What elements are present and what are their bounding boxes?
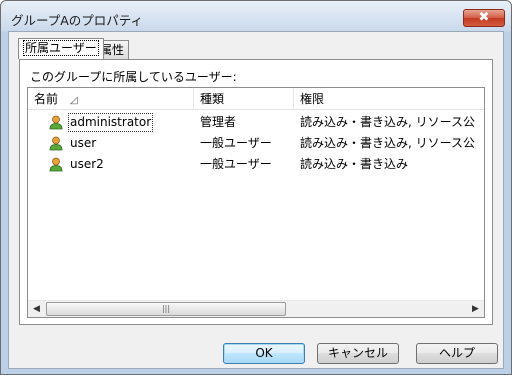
row-type: 管理者	[200, 115, 237, 129]
help-button[interactable]: ヘルプ	[416, 343, 498, 364]
ok-button[interactable]: OK	[223, 343, 305, 364]
column-header-type[interactable]: 種類	[194, 88, 294, 110]
window-title: グループAのプロパティ	[11, 13, 144, 28]
list-header: 名前 ◿ 種類 権限	[28, 88, 484, 110]
table-row[interactable]: administrator 管理者 読み込み・書き込み, リソース公	[28, 112, 484, 132]
row-type: 一般ユーザー	[200, 157, 272, 171]
table-row[interactable]: user2 一般ユーザー 読み込み・書き込み	[28, 154, 484, 174]
row-permission: 読み込み・書き込み	[300, 157, 409, 171]
horizontal-scrollbar[interactable]: ◀ ||| ▶	[28, 300, 484, 317]
row-type: 一般ユーザー	[200, 136, 272, 150]
column-header-name[interactable]: 名前 ◿	[28, 88, 194, 110]
scroll-left-icon[interactable]: ◀	[28, 301, 45, 317]
user-icon	[49, 115, 63, 130]
tab-members-label: 所属ユーザー	[23, 40, 99, 56]
column-header-permission-label: 権限	[300, 92, 325, 106]
title-bar[interactable]: グループAのプロパティ ✖	[1, 1, 511, 35]
cancel-button[interactable]: キャンセル	[317, 343, 399, 364]
close-button[interactable]: ✖	[463, 9, 505, 27]
properties-dialog: グループAのプロパティ ✖ 所属ユーザー 属性 このグループに所属しているユーザ…	[0, 0, 512, 375]
table-row[interactable]: user 一般ユーザー 読み込み・書き込み, リソース公	[28, 133, 484, 153]
row-permission: 読み込み・書き込み, リソース公	[300, 115, 476, 129]
tab-members[interactable]: 所属ユーザー	[18, 38, 104, 59]
row-name: user2	[70, 157, 104, 171]
column-header-permission[interactable]: 権限	[294, 88, 484, 110]
column-header-name-label: 名前	[34, 92, 59, 106]
dialog-client-area: 所属ユーザー 属性 このグループに所属しているユーザー: 名前◿ 種類 権限	[8, 31, 504, 369]
user-icon	[49, 157, 63, 172]
row-name: user	[70, 136, 97, 150]
sort-ascending-icon: ◿	[70, 95, 78, 106]
members-description: このグループに所属しているユーザー:	[30, 70, 237, 84]
row-permission: 読み込み・書き込み, リソース公	[300, 136, 476, 150]
tab-panel-members: このグループに所属しているユーザー: 名前 ◿ 種類 権限 administra…	[19, 59, 493, 325]
row-name: administrator	[68, 113, 154, 132]
scrollbar-thumb[interactable]: |||	[46, 302, 286, 316]
user-icon	[49, 136, 63, 151]
scroll-right-icon[interactable]: ▶	[467, 301, 484, 317]
members-list[interactable]: 名前 ◿ 種類 権限 administrator 管理者 読み込み・書き込み, …	[27, 87, 485, 318]
column-header-type-label: 種類	[200, 92, 225, 106]
